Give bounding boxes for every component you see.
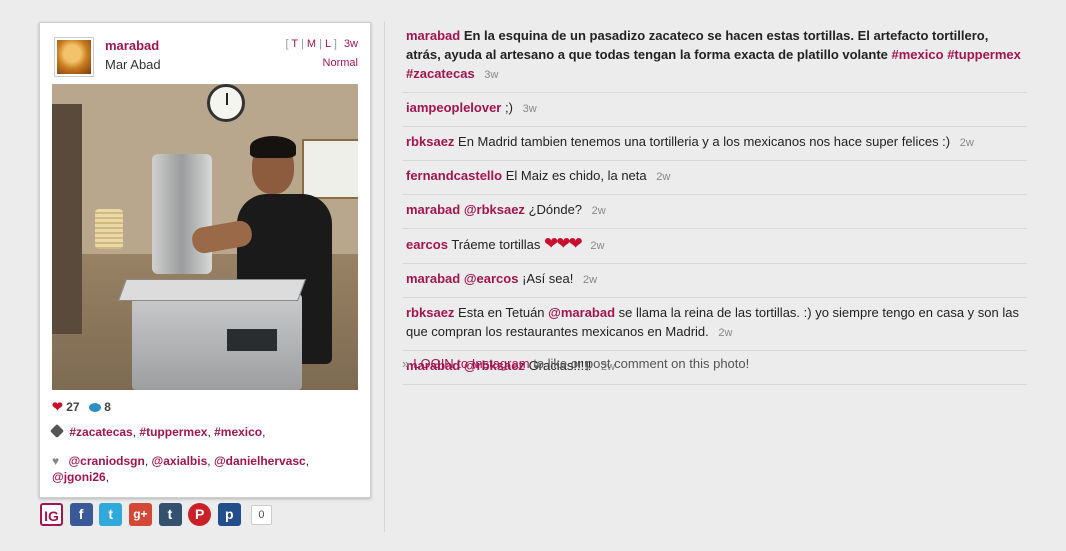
post-photo[interactable] xyxy=(52,84,358,390)
share-count: 0 xyxy=(251,505,272,525)
bracket-close: ] xyxy=(333,38,337,50)
liker-link[interactable]: @danielhervasc xyxy=(214,454,306,468)
size-links: [ T | M | L ] 3w xyxy=(285,38,358,50)
instagram-icon[interactable]: IG xyxy=(40,503,63,526)
filter-name: Normal xyxy=(322,57,358,69)
google-plus-icon[interactable]: g+ xyxy=(128,503,152,526)
comment-text: Esta en Tetuán xyxy=(458,305,545,320)
tag-link[interactable]: #mexico xyxy=(892,47,944,62)
likes-count: 27 xyxy=(66,400,80,414)
comment-item: iampeoplelover ;) 3w xyxy=(402,93,1027,127)
liker-link[interactable]: @axialbis xyxy=(152,454,208,468)
tag-link[interactable]: #mexico xyxy=(214,425,262,439)
tag-list: #zacatecas, #tuppermex, #mexico, xyxy=(49,423,265,439)
liker-link[interactable]: @craniodsgn xyxy=(68,454,144,468)
comment-time: 2w xyxy=(591,205,606,217)
comment-username[interactable]: rbksaez xyxy=(406,305,454,320)
comment-item: marabad @rbksaez ¿Dónde? 2w xyxy=(402,195,1027,229)
comment-caption: marabad En la esquina de un pasadizo zac… xyxy=(402,22,1027,93)
comment-username[interactable]: iampeoplelover xyxy=(406,100,501,115)
size-m-link[interactable]: M xyxy=(307,38,316,50)
liked-by-list: ♥ @craniodsgn, @axialbis, @danielhervasc… xyxy=(52,454,310,484)
separator: | xyxy=(319,38,322,50)
login-prompt: » LOGIN to Instagram to like or post comm… xyxy=(402,356,749,371)
comment-username[interactable]: marabad xyxy=(406,271,460,286)
size-l-link[interactable]: L xyxy=(325,38,331,50)
liker-link[interactable]: @jgoni26 xyxy=(52,470,106,484)
comment-item: fernandcastello El Maiz es chido, la net… xyxy=(402,161,1027,195)
tag-link[interactable]: #zacatecas xyxy=(69,425,132,439)
photo-card: marabad Mar Abad [ T | M | L ] 3w Normal… xyxy=(39,22,371,498)
comment-list: marabad En la esquina de un pasadizo zac… xyxy=(402,22,1027,385)
separator: | xyxy=(300,38,304,50)
comment-bubble-icon xyxy=(88,403,101,412)
heart-emoji-icon: ❤❤❤ xyxy=(544,234,583,253)
comment-username[interactable]: rbksaez xyxy=(406,134,454,149)
heart-icon: ❤ xyxy=(52,399,63,414)
comment-text: ¡Así sea! xyxy=(522,271,574,286)
facebook-icon[interactable]: f xyxy=(69,503,93,526)
post-full-name: Mar Abad xyxy=(105,57,161,72)
mention-link[interactable]: @earcos xyxy=(464,271,519,286)
post-username[interactable]: marabad xyxy=(105,38,159,53)
comment-item: rbksaez En Madrid tambien tenemos una to… xyxy=(402,127,1027,161)
size-t-link[interactable]: T xyxy=(291,38,298,50)
comment-text: Tráeme tortillas xyxy=(451,237,541,252)
heart-outline-icon: ♥ xyxy=(52,454,60,468)
comment-text: ;) xyxy=(505,100,513,115)
login-rest-text: to like or post comment on this photo! xyxy=(533,356,750,371)
comments-count: 8 xyxy=(104,400,111,414)
tumblr-icon[interactable]: t xyxy=(158,503,182,526)
comment-username[interactable]: marabad xyxy=(406,28,460,43)
mention-link[interactable]: @marabad xyxy=(548,305,615,320)
comment-item: rbksaez Esta en Tetuán @marabad se llama… xyxy=(402,298,1027,351)
tag-link[interactable]: #zacatecas xyxy=(406,66,475,81)
comment-username[interactable]: earcos xyxy=(406,237,448,252)
comment-username[interactable]: fernandcastello xyxy=(406,168,502,183)
post-stats: ❤ 27 8 xyxy=(52,399,111,415)
mention-link[interactable]: @rbksaez xyxy=(464,202,525,217)
twitter-icon[interactable]: t xyxy=(99,503,123,526)
avatar[interactable] xyxy=(54,37,94,77)
comment-text: ¿Dónde? xyxy=(528,202,583,217)
comment-time: 2w xyxy=(582,274,598,286)
share-bar: IG f t g+ t P p 0 xyxy=(40,503,272,527)
tag-link[interactable]: #tuppermex xyxy=(139,425,207,439)
login-link[interactable]: LOGIN to Instagram xyxy=(413,356,529,371)
bracket-open: [ xyxy=(285,38,289,50)
comment-text: En Madrid tambien tenemos una tortilleri… xyxy=(458,134,951,149)
tag-link[interactable]: #tuppermex xyxy=(947,47,1021,62)
comment-item: earcos Tráeme tortillas ❤❤❤ 2w xyxy=(402,229,1027,264)
comment-time: 2w xyxy=(590,240,605,252)
comment-time: 3w xyxy=(484,69,499,81)
arrow-icon: » xyxy=(402,356,410,371)
comment-text: El Maiz es chido, la neta xyxy=(505,168,647,183)
column-divider xyxy=(384,22,385,532)
post-age: 3w xyxy=(343,38,358,50)
pinterest-icon[interactable]: P xyxy=(188,503,212,526)
comment-time: 3w xyxy=(522,103,537,115)
tag-icon xyxy=(49,423,65,439)
comment-time: 2w xyxy=(656,171,671,183)
comment-item: marabad @earcos ¡Así sea! 2w xyxy=(402,264,1027,298)
comment-username[interactable]: marabad xyxy=(406,202,460,217)
pinterest-alt-icon[interactable]: p xyxy=(217,503,241,526)
comment-time: 2w xyxy=(718,327,733,339)
comment-time: 2w xyxy=(959,137,974,149)
